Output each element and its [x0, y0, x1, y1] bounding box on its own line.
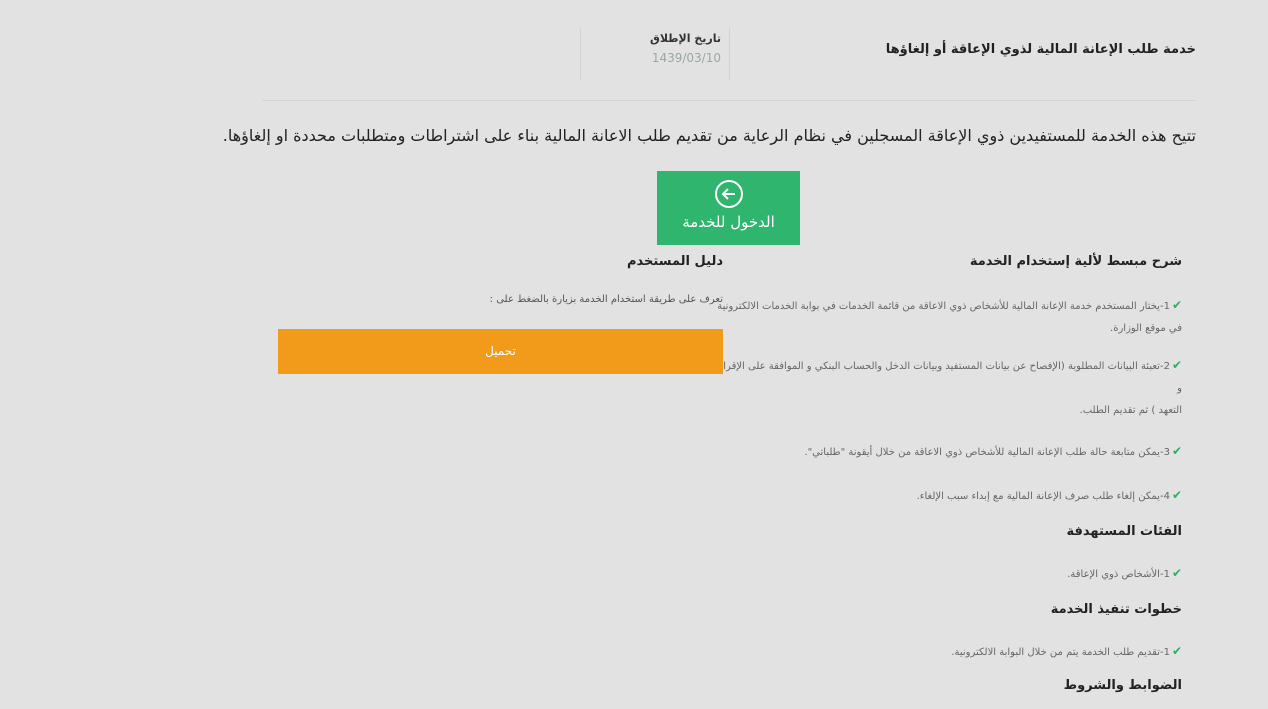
user-guide-column: دليل المستخدم تعرف على طريقة استخدام الخ… [278, 254, 723, 374]
explanation-item: ✔3-يمكن متابعة حالة طلب الإعانة المالية … [804, 444, 1182, 458]
arrow-left-circle-icon [714, 180, 743, 208]
launch-date-box: تاريخ الإطلاق 1439/03/10 [580, 28, 730, 80]
check-icon: ✔ [1171, 298, 1182, 312]
user-guide-text: تعرف على طريقة استخدام الخدمة بزيارة بال… [489, 294, 723, 305]
check-icon: ✔ [1171, 444, 1182, 458]
steps-heading: خطوات تنفيذ الخدمة [1050, 602, 1182, 617]
user-guide-heading: دليل المستخدم [627, 254, 723, 269]
terms-heading: الضوابط والشروط [1063, 678, 1182, 693]
explanation-heading: شرح مبسط لألية إستخدام الخدمة [969, 254, 1182, 269]
target-group-item: ✔1-الأشخاص ذوي الإعاقة. [1067, 566, 1182, 580]
service-details-column: شرح مبسط لألية إستخدام الخدمة ✔1-يختار ا… [712, 254, 1182, 698]
check-icon: ✔ [1171, 358, 1182, 372]
service-title: خدمة طلب الإعانة المالية لذوي الإعاقة أو… [885, 42, 1196, 57]
explanation-item: ✔2-تعبئة البيانات المطلوبة (الإفصاح عن ب… [718, 358, 1182, 394]
header-divider [262, 100, 1196, 101]
service-intro: تتيح هذه الخدمة للمستفيدين ذوي الإعاقة ا… [222, 126, 1196, 145]
service-page: خدمة طلب الإعانة المالية لذوي الإعاقة أو… [0, 0, 1268, 709]
explanation-item: ✔4-يمكن إلغاء طلب صرف الإعانة المالية مع… [916, 488, 1182, 502]
launch-date-label: تاريخ الإطلاق [650, 32, 721, 45]
explanation-item: ✔1-يختار المستخدم خدمة الإعانة المالية ل… [717, 298, 1182, 312]
target-groups-heading: الفئات المستهدفة [1066, 524, 1182, 539]
step-item: ✔1-تقديم طلب الخدمة يتم من خلال البوابة … [951, 644, 1182, 658]
download-button[interactable]: تحميل [278, 329, 723, 374]
check-icon: ✔ [1171, 644, 1182, 658]
enter-service-button[interactable]: الدخول للخدمة [657, 171, 800, 245]
check-icon: ✔ [1171, 566, 1182, 580]
check-icon: ✔ [1171, 488, 1182, 502]
explanation-item-continued: التعهد ) ثم تقديم الطلب. [1079, 405, 1182, 416]
enter-service-label: الدخول للخدمة [682, 213, 775, 231]
explanation-item-continued: في موقع الوزارة. [1110, 323, 1182, 334]
launch-date-value: 1439/03/10 [651, 51, 721, 65]
